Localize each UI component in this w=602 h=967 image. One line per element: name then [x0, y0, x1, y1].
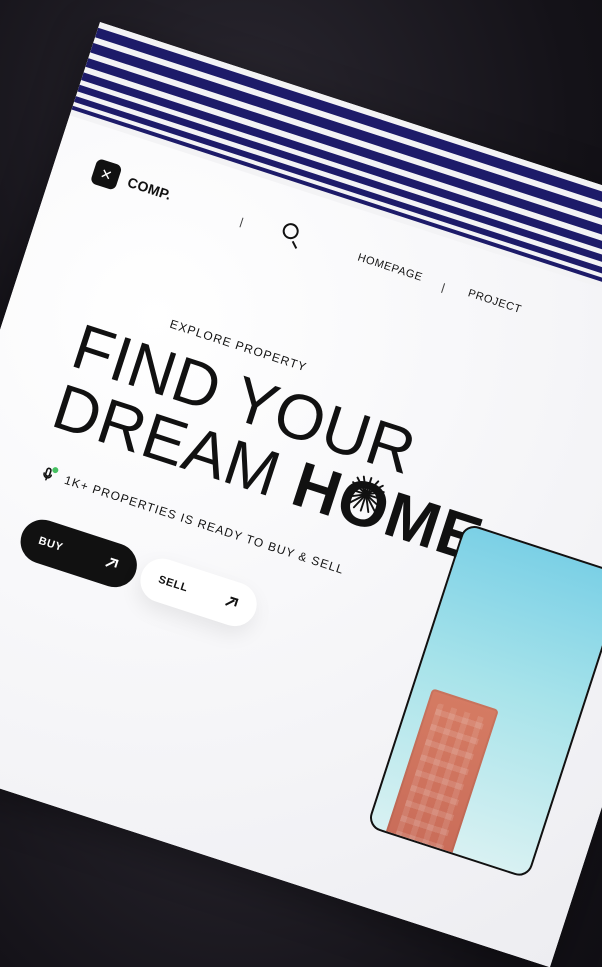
- sell-button-label: SELL: [156, 573, 190, 595]
- buy-button-label: BUY: [36, 534, 65, 554]
- buy-button[interactable]: BUY: [14, 513, 143, 593]
- landing-page: ✕ COMP. HOMEPAGE PROJECT EXPLORE PROPERT…: [0, 22, 602, 967]
- building-illustration: [379, 688, 499, 872]
- brand-name: COMP.: [125, 173, 174, 204]
- property-image: [366, 522, 602, 880]
- search-icon[interactable]: [280, 221, 301, 242]
- arrow-up-right-icon: [219, 591, 242, 614]
- nav-divider: [441, 283, 446, 293]
- nav-homepage[interactable]: HOMEPAGE: [356, 252, 424, 284]
- sell-button[interactable]: SELL: [134, 552, 263, 632]
- brand[interactable]: ✕ COMP.: [89, 157, 175, 208]
- nav-divider: [239, 217, 244, 228]
- arrow-up-right-icon: [99, 552, 122, 575]
- nav-project[interactable]: PROJECT: [466, 287, 523, 316]
- brand-logo-icon: ✕: [89, 157, 123, 191]
- brand-mark-glyph: ✕: [98, 164, 115, 184]
- microphone-icon: [38, 464, 60, 484]
